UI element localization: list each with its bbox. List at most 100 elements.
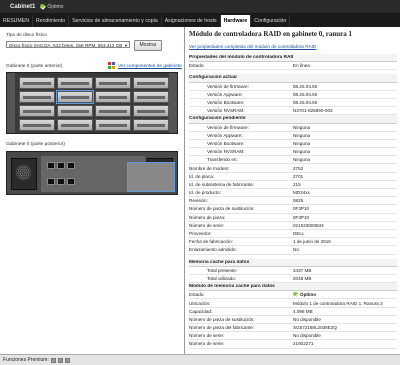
property-key: Memoria caché para datos: [189, 259, 250, 265]
property-value: 08.25.04.60: [293, 91, 318, 97]
property-value: Ninguna: [293, 124, 311, 130]
front-enclosure-label: Gabinete 0 (parte anterior): [6, 64, 63, 69]
property-key: Versión Appware:: [207, 91, 243, 97]
property-value: 0825: [293, 198, 304, 204]
disk-type-select[interactable]: Disco físico SAS,DA, 512 bytes, 15K RPM,…: [6, 41, 130, 48]
show-button[interactable]: Mostrar: [134, 40, 162, 51]
disk-type-label: Tipo de disco físico: [6, 33, 47, 38]
property-value: DELL: [293, 231, 305, 237]
drive-bay[interactable]: [95, 119, 131, 131]
feature-icon[interactable]: [64, 357, 70, 363]
property-row: Total presente: 3437 MB: [189, 267, 397, 275]
fan-icon: [16, 165, 31, 180]
power-supply-left[interactable]: [11, 158, 37, 190]
enclosure-front-view: [6, 72, 178, 134]
property-value: Óptimo: [300, 292, 317, 298]
property-key: Versión Bootware:: [207, 140, 245, 146]
port: [47, 162, 55, 169]
property-key: Configuración pendiente: [189, 116, 246, 122]
drive-bay[interactable]: [56, 90, 94, 104]
drive-bay[interactable]: [95, 91, 131, 103]
property-row: Enlazamiento admitido: No: [189, 246, 397, 255]
property-row: Versión NVSRAM: Ninguna: [189, 148, 397, 157]
property-row: Versión de firmware: Ninguna: [189, 124, 397, 132]
property-row: Versión Bootware: Ninguna: [189, 140, 397, 149]
drive-bay[interactable]: [95, 77, 131, 89]
port: [67, 162, 75, 169]
tab-rendimiento[interactable]: Rendimiento: [33, 15, 70, 27]
property-value: No disponible: [293, 333, 321, 339]
property-row: Versión de firmware: 08.25.04.60: [189, 83, 397, 91]
view-full-properties-link[interactable]: Ver propiedades completas del módulo de …: [189, 44, 316, 49]
page-title: Módulo de controladora RAID en gabinete …: [189, 30, 353, 38]
property-row: Transferido en: Ninguna: [189, 156, 397, 165]
property-key: Versión Appware:: [207, 132, 243, 138]
property-value: No disponible: [293, 316, 321, 322]
section-header: Configuración pendiente: [189, 115, 397, 124]
property-row: Versión Bootware: 08.25.04.60: [189, 99, 397, 108]
property-key: Versión de firmware:: [207, 83, 249, 89]
components-icon: [108, 62, 115, 69]
property-row: Versión Appware: Ninguna: [189, 132, 397, 140]
app-header: Cabinet1 Óptimo: [0, 0, 400, 13]
drive-bay[interactable]: [19, 119, 55, 131]
tab-resumen[interactable]: RESUMEN: [0, 15, 33, 27]
section-header: Memoria caché para datos: [189, 258, 397, 267]
drive-bay[interactable]: [133, 77, 169, 89]
view-components-link[interactable]: Ver componentes de gabinete: [118, 64, 182, 69]
property-value: 021623000634: [293, 222, 324, 228]
tab-servicios[interactable]: Servicios de almacenamiento y copia: [69, 15, 162, 27]
section-header: Propiedades del módulo de controladora R…: [189, 54, 397, 63]
ok-status-icon: [293, 292, 298, 298]
back-enclosure-label: Gabinete 0 (parte posterior): [6, 142, 65, 147]
property-key: Versión NVSRAM:: [207, 149, 245, 155]
drive-bay[interactable]: [19, 77, 55, 89]
property-value: Ninguna: [293, 140, 311, 146]
drive-bay[interactable]: [19, 91, 55, 103]
property-key: Total presente:: [207, 267, 238, 273]
property-key: Capacidad:: [189, 308, 213, 314]
property-value: MD34xx: [293, 190, 310, 196]
raid-controller-module-selected[interactable]: [127, 162, 175, 192]
property-row: Ubicación: Módulo 1 de controladora RAID …: [189, 299, 397, 308]
property-row: Id. de placa: 2701: [189, 173, 397, 181]
properties-panel: Módulo de controladora RAID en gabinete …: [185, 27, 400, 354]
array-status: Óptimo: [40, 4, 63, 10]
drive-bay[interactable]: [95, 105, 131, 117]
section-header: Configuración actual: [189, 74, 397, 83]
property-key: Propiedades del módulo de controladora R…: [189, 55, 293, 61]
property-key: Id. de producto:: [189, 190, 221, 196]
property-value: N2701-825890-003: [293, 108, 333, 114]
property-key: Total utilizado:: [207, 275, 237, 281]
tab-hardware[interactable]: Hardware: [220, 15, 252, 27]
drive-bay[interactable]: [133, 105, 169, 117]
property-value: SG572168L2038E2Q: [293, 325, 337, 331]
property-key: Versión de firmware:: [207, 124, 249, 130]
property-value: 1 de junio de 2016: [293, 239, 331, 245]
feature-icon[interactable]: [50, 357, 56, 363]
tab-configuracion[interactable]: Configuración: [251, 15, 291, 27]
drive-bay[interactable]: [19, 105, 55, 117]
property-value: Ninguna: [293, 132, 311, 138]
drive-bay[interactable]: [57, 105, 93, 117]
feature-icon[interactable]: [57, 357, 63, 363]
property-key: Versión NVSRAM:: [207, 108, 245, 114]
property-value: 215: [293, 181, 301, 187]
tab-asignaciones[interactable]: Asignaciones de hosts: [162, 15, 221, 27]
drive-bay[interactable]: [133, 91, 169, 103]
section-header: Módulo de memoria caché para datos: [189, 283, 397, 292]
property-row: Total utilizado: 2048 MB: [189, 275, 397, 284]
property-row: Id. de subsistema de fabricante: 215: [189, 181, 397, 189]
property-row: Número de pieza del fabricante: SG572168L…: [189, 324, 397, 333]
property-value: 2048 MB: [293, 275, 312, 281]
property-row: Fecha de fabricación: 1 de junio de 2016: [189, 238, 397, 247]
property-key: Fecha de fabricación:: [189, 239, 233, 245]
drive-bay[interactable]: [57, 77, 93, 89]
drive-bay[interactable]: [133, 119, 169, 131]
drive-bay[interactable]: [57, 119, 93, 131]
property-key: Proveedor:: [189, 231, 212, 237]
property-key: Número de pieza de sustitución:: [189, 206, 255, 212]
ok-status-icon: [40, 4, 46, 9]
disk-type-value: Disco físico SAS,DA, 512 bytes, 15K RPM,…: [9, 43, 123, 48]
property-row: Número de serie: 21602271: [189, 340, 397, 349]
